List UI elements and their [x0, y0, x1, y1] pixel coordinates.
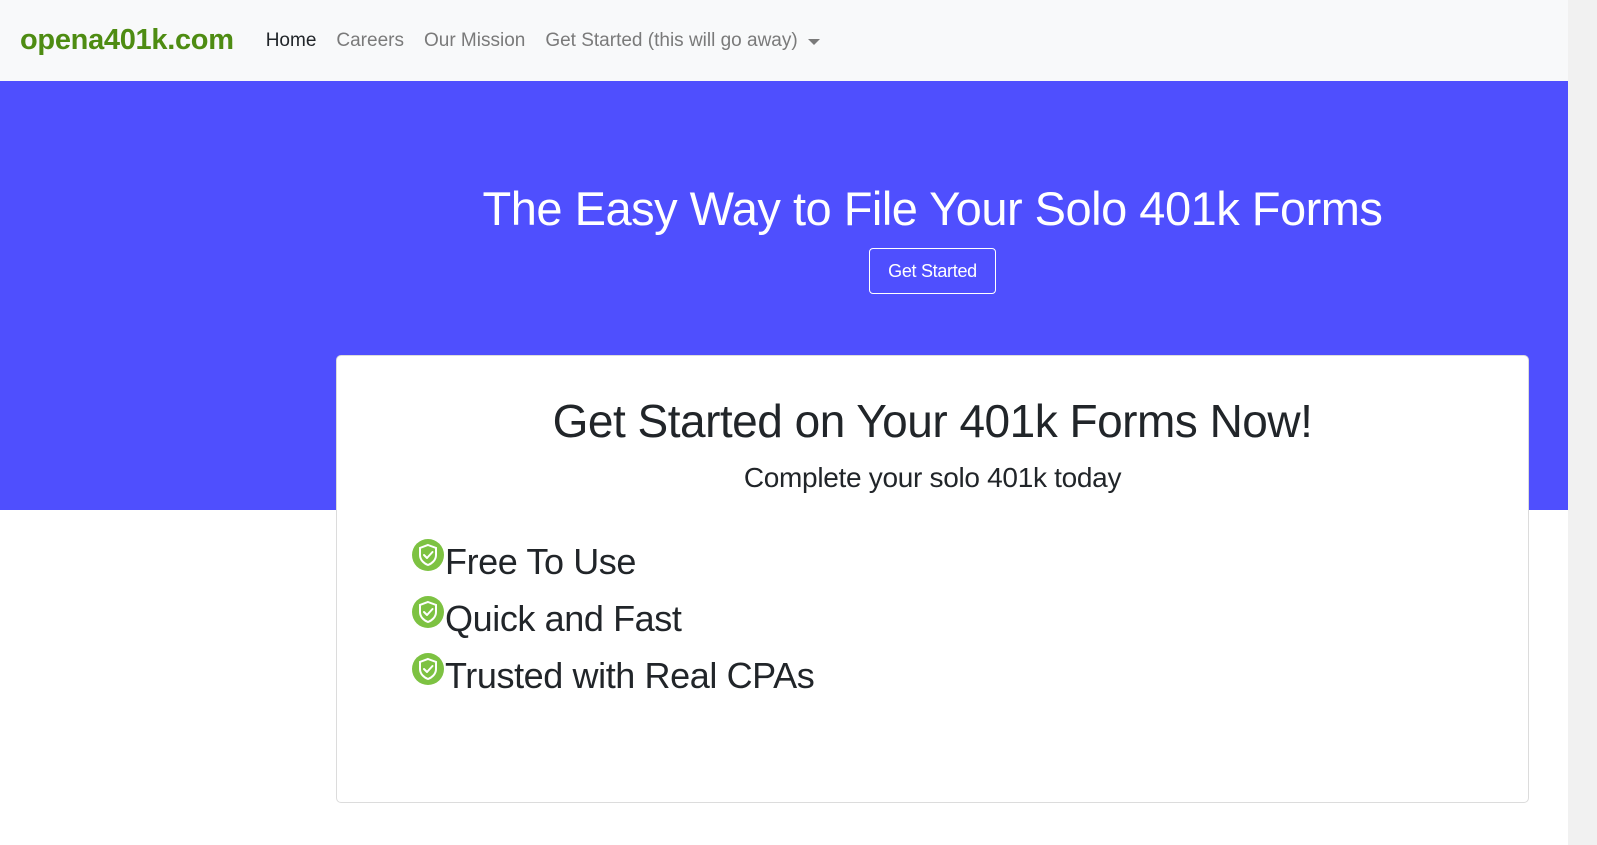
feature-list: Free To Use Quick and Fast Trusted with … [411, 538, 815, 709]
hero-get-started-button[interactable]: Get Started [869, 248, 996, 294]
card-subtitle: Complete your solo 401k today [743, 462, 1122, 493]
hero-title: The Easy Way to File Your Solo 401k Form… [482, 182, 1383, 235]
shield-check-icon [412, 596, 444, 628]
brand-logo-link[interactable]: opena401k.com [20, 24, 234, 57]
card-title: Get Started on Your 401k Forms Now! [552, 395, 1313, 447]
nav-link-home[interactable]: Home [266, 30, 317, 52]
shield-check-icon [412, 539, 444, 571]
feature-item: Trusted with Real CPAs [411, 652, 815, 709]
caret-down-icon [807, 38, 820, 45]
nav-link-our-mission[interactable]: Our Mission [424, 30, 525, 52]
feature-item: Free To Use [411, 538, 814, 595]
get-started-card: Get Started on Your 401k Forms Now! Comp… [336, 355, 1529, 803]
feature-label: Quick and Fast [445, 598, 682, 639]
nav-links: Home Careers Our Mission Get Started (th… [266, 30, 820, 52]
get-started-dropdown[interactable]: Get Started (this will go away) [545, 29, 820, 52]
feature-item: Quick and Fast [411, 595, 814, 652]
top-navbar: opena401k.com Home Careers Our Mission G… [0, 0, 1597, 81]
page-scrollbar[interactable] [1568, 0, 1597, 845]
shield-check-icon [412, 653, 444, 685]
feature-label: Trusted with Real CPAs [445, 655, 815, 696]
feature-label: Free To Use [445, 541, 637, 582]
nav-link-careers[interactable]: Careers [336, 30, 404, 52]
get-started-dropdown-label: Get Started (this will go away) [545, 29, 798, 51]
